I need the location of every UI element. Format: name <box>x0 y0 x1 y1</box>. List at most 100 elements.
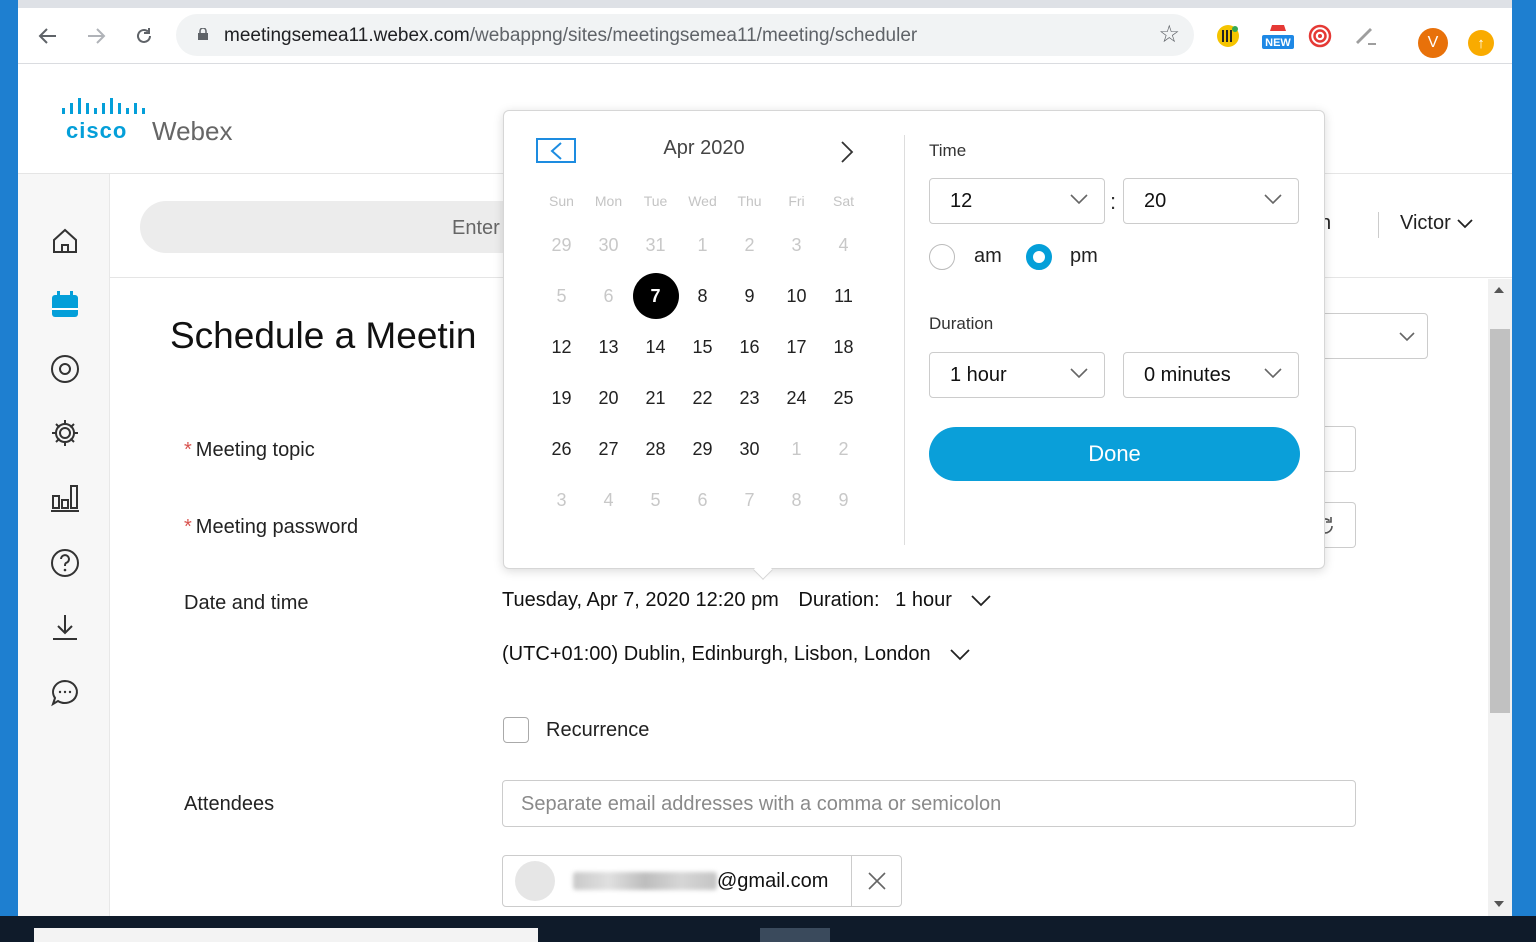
calendar-day[interactable]: 30 <box>586 222 632 268</box>
calendar-week-row: 12 13 14 15 16 17 18 <box>538 321 868 372</box>
calendar-day[interactable]: 9 <box>821 477 867 523</box>
extension-icon-1[interactable] <box>1214 22 1242 50</box>
calendar-day[interactable]: 4 <box>821 222 867 268</box>
new-extension-icon[interactable]: NEW <box>1258 22 1298 50</box>
weekday-label: Sat <box>832 193 854 209</box>
calendar-day[interactable]: 29 <box>539 222 585 268</box>
calendar-day[interactable]: 15 <box>680 324 726 370</box>
scroll-down-arrow-icon[interactable] <box>1494 901 1504 907</box>
pm-radio[interactable] <box>1026 244 1052 270</box>
calendar-day[interactable]: 31 <box>633 222 679 268</box>
am-radio[interactable] <box>929 244 955 270</box>
calendar-day[interactable]: 17 <box>774 324 820 370</box>
update-arrow-icon[interactable]: ↑ <box>1468 30 1494 56</box>
calendar-day[interactable]: 25 <box>821 375 867 421</box>
recurrence-checkbox[interactable] <box>503 717 529 743</box>
done-button[interactable]: Done <box>929 427 1300 481</box>
help-icon[interactable] <box>48 546 82 580</box>
chevron-down-icon <box>1399 332 1415 342</box>
hour-select[interactable]: 12 <box>929 178 1105 224</box>
reload-icon[interactable] <box>130 22 158 50</box>
timezone-selector[interactable]: (UTC+01:00) Dublin, Edinburgh, Lisbon, L… <box>502 643 970 666</box>
calendar-day[interactable]: 30 <box>727 426 773 472</box>
lock-icon <box>198 28 208 40</box>
gear-icon[interactable] <box>48 416 82 450</box>
duration-minutes-select[interactable]: 0 minutes <box>1123 352 1299 398</box>
calendar-day[interactable]: 8 <box>680 273 726 319</box>
user-menu[interactable]: Victor <box>1400 212 1473 235</box>
timezone-text: (UTC+01:00) Dublin, Edinburgh, Lisbon, L… <box>502 643 931 665</box>
calendar-day[interactable]: 27 <box>586 426 632 472</box>
calendar-day[interactable]: 5 <box>539 273 585 319</box>
meetings-record-icon[interactable] <box>48 352 82 386</box>
insights-bar-chart-icon[interactable] <box>48 480 82 514</box>
calendar-day[interactable]: 1 <box>680 222 726 268</box>
bookmark-star-icon[interactable]: ☆ <box>1158 20 1180 49</box>
calendar-day[interactable]: 26 <box>539 426 585 472</box>
calendar-day[interactable]: 18 <box>821 324 867 370</box>
calendar-day-selected[interactable]: 7 <box>632 272 679 319</box>
minute-select[interactable]: 20 <box>1123 178 1299 224</box>
calendar-day[interactable]: 1 <box>774 426 820 472</box>
scrollbar[interactable] <box>1488 279 1512 916</box>
taskbar-search-box[interactable] <box>34 928 538 942</box>
calendar-day[interactable]: 21 <box>633 375 679 421</box>
calendar-day[interactable]: 22 <box>680 375 726 421</box>
calendar-day[interactable]: 19 <box>539 375 585 421</box>
weekday-label: Fri <box>788 193 805 209</box>
calendar-day[interactable]: 20 <box>586 375 632 421</box>
download-icon[interactable] <box>48 610 82 644</box>
hour-value: 12 <box>950 190 973 212</box>
back-icon[interactable] <box>34 22 62 50</box>
duration-hours-select[interactable]: 1 hour <box>929 352 1105 398</box>
template-select[interactable] <box>1310 313 1428 359</box>
pen-extension-icon[interactable] <box>1352 22 1380 50</box>
attendees-input[interactable]: Separate email addresses with a comma or… <box>502 780 1356 827</box>
scroll-thumb[interactable] <box>1490 329 1510 713</box>
target-extension-icon[interactable] <box>1306 22 1334 50</box>
recurrence-label: Recurrence <box>546 719 650 741</box>
calendar-grid: Sun Mon Tue Wed Thu Fri Sat 29 30 31 1 2 3 4 5 6 7 8 9 10 1… <box>538 193 868 525</box>
taskbar-active-app[interactable] <box>760 928 830 942</box>
calendar-day[interactable]: 12 <box>539 324 585 370</box>
forward-icon[interactable] <box>82 22 110 50</box>
calendar-day[interactable]: 28 <box>633 426 679 472</box>
next-month-button[interactable] <box>834 139 860 165</box>
calendar-day[interactable]: 3 <box>774 222 820 268</box>
pm-label: pm <box>1070 245 1098 267</box>
calendar-day[interactable]: 5 <box>633 477 679 523</box>
calendar-day[interactable]: 14 <box>633 324 679 370</box>
scroll-up-arrow-icon[interactable] <box>1494 287 1504 293</box>
chevron-down-icon <box>1457 219 1473 228</box>
calendar-day[interactable]: 11 <box>821 273 867 319</box>
search-input[interactable]: Enter <box>140 201 540 253</box>
calendar-day[interactable]: 23 <box>727 375 773 421</box>
calendar-day[interactable]: 6 <box>680 477 726 523</box>
calendar-day[interactable]: 3 <box>539 477 585 523</box>
calendar-day[interactable]: 24 <box>774 375 820 421</box>
weekday-label: Tue <box>643 193 668 209</box>
feedback-chat-icon[interactable] <box>48 676 82 710</box>
calendar-day[interactable]: 9 <box>727 273 773 319</box>
calendar-day[interactable]: 4 <box>586 477 632 523</box>
time-label: Time <box>929 141 967 160</box>
calendar-day[interactable]: 8 <box>774 477 820 523</box>
calendar-day[interactable]: 6 <box>586 273 632 319</box>
calendar-day[interactable]: 29 <box>680 426 726 472</box>
chevron-down-icon[interactable] <box>971 595 992 607</box>
calendar-day[interactable]: 2 <box>821 426 867 472</box>
remove-attendee-button[interactable] <box>851 856 901 906</box>
previous-month-button[interactable] <box>536 138 576 163</box>
browser-window: meetingsemea11.webex.com/webappng/sites/… <box>18 0 1512 916</box>
calendar-day[interactable]: 7 <box>727 477 773 523</box>
calendar-day[interactable]: 13 <box>586 324 632 370</box>
calendar-day[interactable]: 10 <box>774 273 820 319</box>
home-icon[interactable] <box>48 224 82 258</box>
calendar-day[interactable]: 2 <box>727 222 773 268</box>
profile-avatar[interactable]: V <box>1418 28 1448 58</box>
calendar-icon[interactable] <box>48 288 82 322</box>
address-bar[interactable]: meetingsemea11.webex.com/webappng/sites/… <box>176 14 1194 56</box>
chevron-down-icon <box>950 649 970 660</box>
date-time-value[interactable]: Tuesday, Apr 7, 2020 12:20 pm Duration: … <box>502 589 992 612</box>
calendar-day[interactable]: 16 <box>727 324 773 370</box>
